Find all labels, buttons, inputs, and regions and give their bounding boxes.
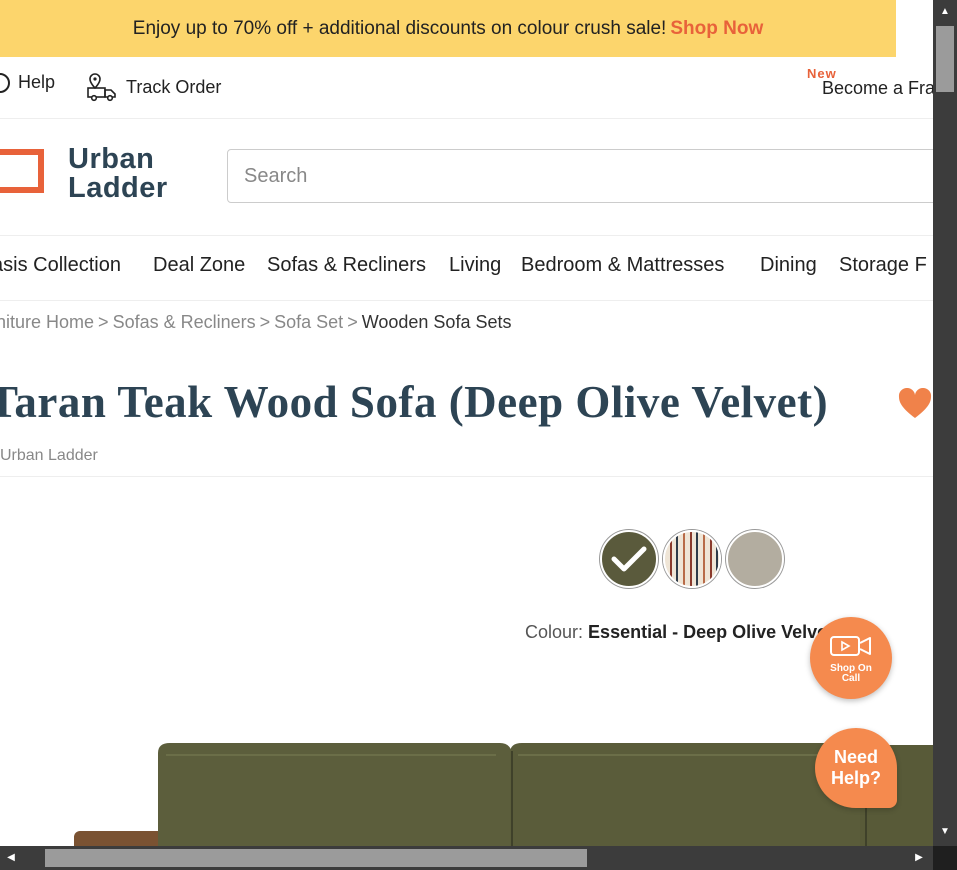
breadcrumb-separator: > — [347, 312, 358, 332]
swatch-deep-olive-velvet[interactable] — [600, 530, 658, 588]
nav-item-living[interactable]: Living — [449, 254, 501, 277]
main-nav: asis Collection Deal Zone Sofas & Reclin… — [0, 236, 933, 301]
help-link[interactable]: Help — [0, 72, 55, 93]
nav-item-storage[interactable]: Storage F — [839, 254, 927, 277]
horizontal-scrollbar[interactable]: ◀ ▶ — [0, 846, 933, 870]
site-header: Urban Ladder — [0, 119, 933, 236]
search-box[interactable] — [227, 149, 933, 203]
shop-on-call-text: Shop On Call — [810, 664, 892, 684]
track-order-link[interactable]: Track Order — [86, 72, 221, 102]
breadcrumb-sofa-set[interactable]: Sofa Set — [274, 312, 343, 332]
logo-line-2: Ladder — [68, 172, 168, 204]
colour-info: Colour: Essential - Deep Olive Velvet — [525, 622, 833, 643]
colour-label: Colour: — [525, 622, 584, 642]
breadcrumb-separator: > — [98, 312, 109, 332]
breadcrumb-current: Wooden Sofa Sets — [361, 312, 512, 332]
need-help-line-1: Need — [833, 747, 878, 767]
scroll-right-arrow-icon[interactable]: ▶ — [908, 846, 930, 870]
horizontal-scroll-thumb[interactable] — [45, 849, 587, 867]
scroll-up-arrow-icon[interactable]: ▲ — [933, 2, 957, 22]
nav-item-sofas-recliners[interactable]: Sofas & Recliners — [267, 254, 426, 277]
swatch-grey[interactable] — [726, 530, 784, 588]
truck-icon — [87, 73, 116, 102]
franchise-link[interactable]: Become a Fra — [822, 78, 933, 99]
breadcrumb-separator: > — [259, 312, 271, 332]
scroll-left-arrow-icon[interactable]: ◀ — [0, 846, 22, 870]
vertical-scroll-thumb[interactable] — [936, 26, 954, 92]
promo-text: Enjoy up to 70% off + additional discoun… — [132, 17, 667, 39]
shop-now-link[interactable]: Shop Now — [670, 18, 763, 40]
help-label: Help — [18, 72, 56, 92]
swatch-patterned[interactable] — [663, 530, 721, 588]
track-order-label: Track Order — [126, 76, 222, 97]
sofa-image — [74, 743, 933, 846]
nav-item-deal-zone[interactable]: Deal Zone — [153, 254, 245, 277]
logo-line-1: Urban — [68, 143, 155, 175]
check-icon — [611, 546, 647, 572]
heart-icon[interactable] — [898, 388, 932, 420]
help-icon — [0, 72, 10, 93]
scroll-down-arrow-icon[interactable]: ▼ — [933, 822, 957, 842]
product-brand[interactable]: Urban Ladder — [0, 447, 98, 465]
nav-item-oasis-collection[interactable]: asis Collection — [0, 254, 121, 277]
shop-on-call-line-2: Call — [841, 673, 861, 684]
nav-item-bedroom-mattresses[interactable]: Bedroom & Mattresses — [521, 254, 724, 277]
video-call-icon — [830, 636, 871, 656]
shop-on-call-button[interactable]: Shop On Call — [810, 617, 892, 699]
promo-banner[interactable]: Enjoy up to 70% off + additional discoun… — [0, 0, 896, 57]
logo-mark-icon[interactable] — [0, 149, 44, 193]
breadcrumb-furniture-home[interactable]: rniture Home — [0, 312, 94, 332]
need-help-line-2: Help? — [830, 768, 881, 788]
logo[interactable]: Urban Ladder — [68, 145, 168, 203]
search-input[interactable] — [228, 150, 933, 202]
nav-item-dining[interactable]: Dining — [760, 254, 817, 277]
colour-value: Essential - Deep Olive Velvet — [588, 622, 834, 642]
breadcrumb-sofas-recliners[interactable]: Sofas & Recliners — [113, 312, 256, 332]
utility-bar: Help Track Order New Become a Fra — [0, 58, 933, 119]
vertical-scrollbar[interactable]: ▲ ▼ — [933, 0, 957, 846]
divider — [0, 476, 933, 477]
page-viewport: Enjoy up to 70% off + additional discoun… — [0, 0, 933, 846]
breadcrumb: rniture Home > Sofas & Recliners > Sofa Set >… — [0, 312, 511, 333]
need-help-button[interactable]: Need Help? — [815, 728, 897, 808]
scrollbar-corner — [933, 846, 957, 870]
product-title: Taran Teak Wood Sofa (Deep Olive Velvet) — [0, 377, 829, 427]
